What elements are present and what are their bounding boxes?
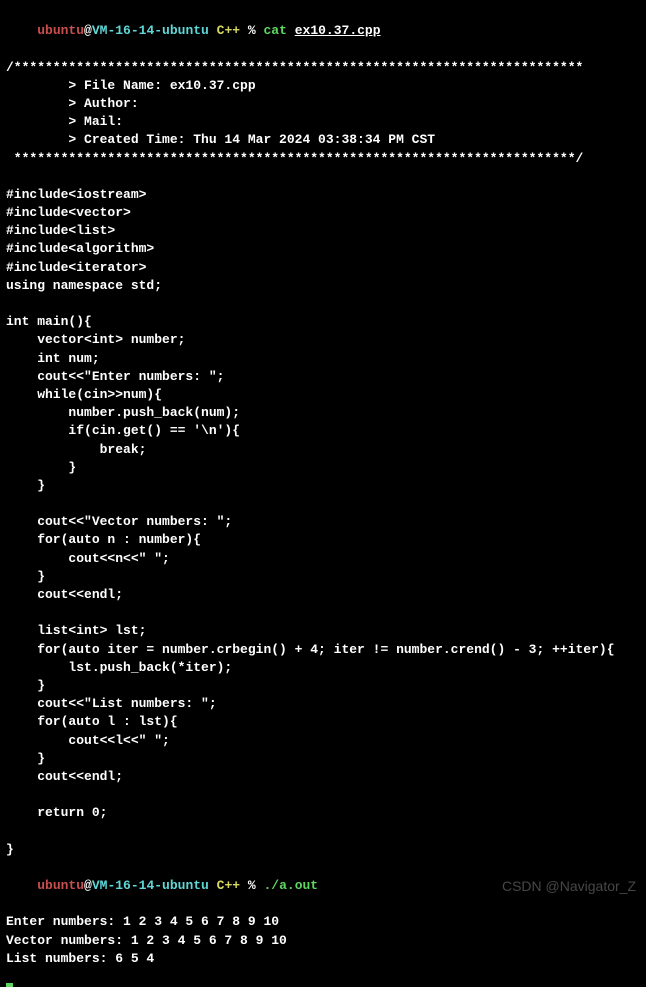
- prompt-user: ubuntu: [37, 878, 84, 893]
- code-line: [6, 295, 640, 313]
- prompt-at: @: [84, 23, 92, 38]
- prompt-sep: %: [248, 23, 264, 38]
- file-header-open: /***************************************…: [6, 59, 640, 77]
- code-line: number.push_back(num);: [6, 404, 640, 422]
- file-header-created: > Created Time: Thu 14 Mar 2024 03:38:34…: [6, 131, 640, 149]
- command-run: ./a.out: [264, 878, 319, 893]
- code-line: using namespace std;: [6, 277, 640, 295]
- code-line: [6, 822, 640, 840]
- source-code: #include<iostream>#include<vector>#inclu…: [6, 168, 640, 859]
- code-line: }: [6, 750, 640, 768]
- command-cat: cat: [264, 23, 295, 38]
- prompt-cwd: C++: [209, 878, 248, 893]
- file-header-author: > Author:: [6, 95, 640, 113]
- code-line: [6, 786, 640, 804]
- code-line: }: [6, 568, 640, 586]
- prompt-cwd: C++: [209, 23, 248, 38]
- code-line: for(auto n : number){: [6, 531, 640, 549]
- code-line: cout<<n<<" ";: [6, 550, 640, 568]
- code-line: }: [6, 459, 640, 477]
- code-line: #include<algorithm>: [6, 240, 640, 258]
- cursor-line: [6, 968, 640, 986]
- code-line: #include<iterator>: [6, 259, 640, 277]
- code-line: list<int> lst;: [6, 622, 640, 640]
- code-line: lst.push_back(*iter);: [6, 659, 640, 677]
- file-header-mail: > Mail:: [6, 113, 640, 131]
- code-line: cout<<endl;: [6, 586, 640, 604]
- prompt-host: VM-16-14-ubuntu: [92, 878, 209, 893]
- prompt-host: VM-16-14-ubuntu: [92, 23, 209, 38]
- code-line: }: [6, 841, 640, 859]
- code-line: #include<iostream>: [6, 186, 640, 204]
- prompt-user: ubuntu: [37, 23, 84, 38]
- command-arg: ex10.37.cpp: [295, 23, 381, 38]
- code-line: break;: [6, 441, 640, 459]
- code-line: cout<<endl;: [6, 768, 640, 786]
- code-line: [6, 168, 640, 186]
- prompt-at: @: [84, 878, 92, 893]
- program-output: Enter numbers: 1 2 3 4 5 6 7 8 9 10Vecto…: [6, 913, 640, 968]
- code-line: cout<<"Vector numbers: ";: [6, 513, 640, 531]
- code-line: }: [6, 677, 640, 695]
- file-header-close: ****************************************…: [6, 150, 640, 168]
- terminal[interactable]: ubuntu@VM-16-14-ubuntu C++ % cat ex10.37…: [6, 4, 640, 986]
- prompt-line-1: ubuntu@VM-16-14-ubuntu C++ % cat ex10.37…: [6, 4, 640, 59]
- output-line: Vector numbers: 1 2 3 4 5 6 7 8 9 10: [6, 932, 640, 950]
- code-line: int main(){: [6, 313, 640, 331]
- code-line: [6, 604, 640, 622]
- cursor-icon: [6, 983, 13, 987]
- output-line: List numbers: 6 5 4: [6, 950, 640, 968]
- code-line: #include<vector>: [6, 204, 640, 222]
- code-line: return 0;: [6, 804, 640, 822]
- code-line: [6, 495, 640, 513]
- code-line: cout<<l<<" ";: [6, 732, 640, 750]
- code-line: int num;: [6, 350, 640, 368]
- code-line: vector<int> number;: [6, 331, 640, 349]
- code-line: cout<<"Enter numbers: ";: [6, 368, 640, 386]
- code-line: for(auto iter = number.crbegin() + 4; it…: [6, 641, 640, 659]
- code-line: cout<<"List numbers: ";: [6, 695, 640, 713]
- code-line: #include<list>: [6, 222, 640, 240]
- code-line: if(cin.get() == '\n'){: [6, 422, 640, 440]
- file-header-filename: > File Name: ex10.37.cpp: [6, 77, 640, 95]
- watermark: CSDN @Navigator_Z: [502, 877, 636, 897]
- code-line: for(auto l : lst){: [6, 713, 640, 731]
- prompt-sep: %: [248, 878, 264, 893]
- code-line: while(cin>>num){: [6, 386, 640, 404]
- code-line: }: [6, 477, 640, 495]
- output-line: Enter numbers: 1 2 3 4 5 6 7 8 9 10: [6, 913, 640, 931]
